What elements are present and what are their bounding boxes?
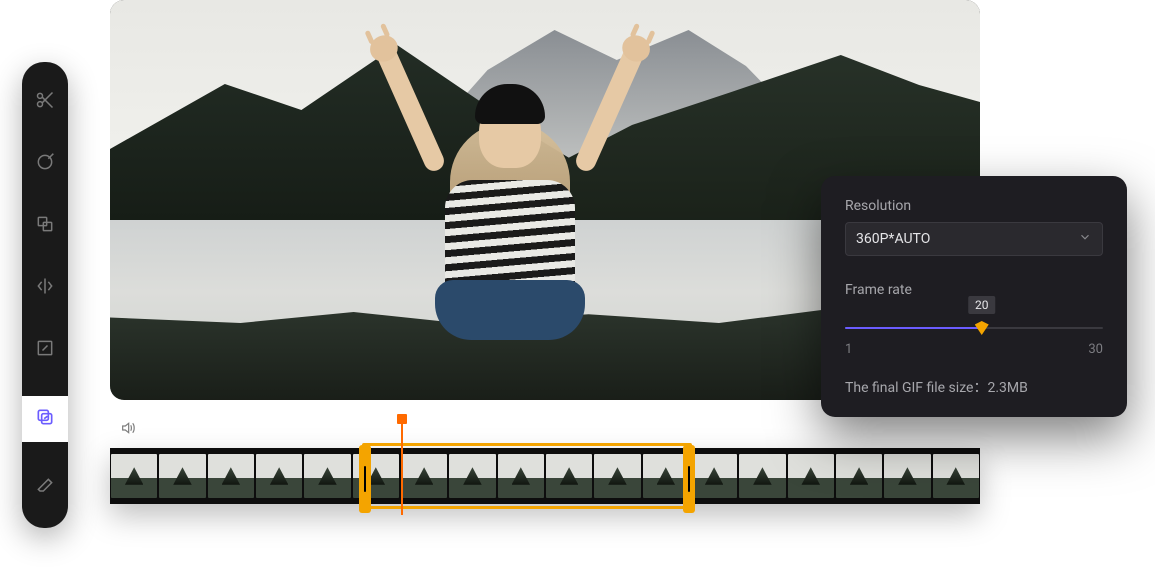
chevron-down-icon xyxy=(1078,230,1092,248)
timeline-thumbnail[interactable] xyxy=(545,448,593,504)
tool-cut[interactable] xyxy=(22,86,68,118)
timeline-thumbnail[interactable] xyxy=(690,448,738,504)
timeline-thumbnail[interactable] xyxy=(400,448,448,504)
final-file-size: The final GIF file size：2.3MB xyxy=(845,377,1103,397)
volume-button[interactable] xyxy=(120,420,136,440)
volume-icon xyxy=(120,421,136,440)
mirror-icon xyxy=(35,276,55,300)
timeline-thumbnail[interactable] xyxy=(932,448,980,504)
selection-handle-right[interactable] xyxy=(683,445,695,513)
timeline-thumbnail[interactable] xyxy=(787,448,835,504)
timeline-thumbnail[interactable] xyxy=(593,448,641,504)
tool-resize[interactable] xyxy=(22,334,68,366)
slider-value-tooltip: 20 xyxy=(968,296,996,314)
export-settings-panel: Resolution 360P*AUTO Frame rate 20 1 30 … xyxy=(821,176,1127,417)
eraser-icon xyxy=(35,476,55,500)
tool-adjust[interactable] xyxy=(22,148,68,180)
timeline-thumbnail[interactable] xyxy=(448,448,496,504)
timeline-thumbnail[interactable] xyxy=(110,448,158,504)
export-icon xyxy=(35,407,55,431)
slider-min: 1 xyxy=(845,342,852,357)
scissors-icon xyxy=(35,90,55,114)
playhead[interactable] xyxy=(401,418,403,515)
timeline-thumbnail[interactable] xyxy=(835,448,883,504)
timeline-thumbnail[interactable] xyxy=(255,448,303,504)
tool-crop[interactable] xyxy=(22,210,68,242)
resolution-label: Resolution xyxy=(845,198,1103,214)
slider-range-labels: 1 30 xyxy=(845,342,1103,357)
timeline[interactable] xyxy=(110,448,980,504)
timeline-thumbnail[interactable] xyxy=(497,448,545,504)
slider-fill xyxy=(845,327,982,329)
slider-max: 30 xyxy=(1088,342,1103,357)
resolution-select[interactable]: 360P*AUTO xyxy=(845,222,1103,256)
tool-export-gif[interactable] xyxy=(22,396,68,442)
timeline-thumbnail[interactable] xyxy=(207,448,255,504)
tool-sidebar xyxy=(22,62,68,528)
resolution-value: 360P*AUTO xyxy=(856,231,930,247)
timeline-thumbnail[interactable] xyxy=(883,448,931,504)
resize-icon xyxy=(35,338,55,362)
copy-icon xyxy=(35,214,55,238)
selection-handle-left[interactable] xyxy=(359,445,371,513)
tool-erase[interactable] xyxy=(22,472,68,504)
timeline-thumbnail[interactable] xyxy=(303,448,351,504)
target-icon xyxy=(35,152,55,176)
frame-rate-slider[interactable]: 20 xyxy=(845,310,1103,336)
tool-mirror[interactable] xyxy=(22,272,68,304)
timeline-thumbnail[interactable] xyxy=(738,448,786,504)
timeline-thumbnail[interactable] xyxy=(158,448,206,504)
